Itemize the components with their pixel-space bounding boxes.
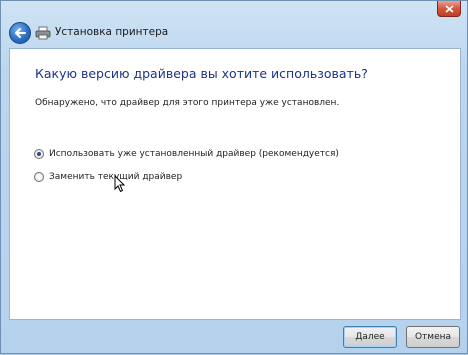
wizard-content: Какую версию драйвера вы хотите использо… bbox=[9, 48, 461, 320]
mouse-cursor-icon bbox=[114, 175, 126, 193]
option-label: Использовать уже установленный драйвер (… bbox=[49, 149, 339, 159]
wizard-header: Установка принтера bbox=[1, 19, 467, 47]
close-button[interactable] bbox=[437, 1, 461, 17]
back-button[interactable] bbox=[9, 22, 31, 44]
info-text: Обнаружено, что драйвер для этого принте… bbox=[35, 98, 340, 108]
radio-replace[interactable] bbox=[34, 172, 44, 182]
next-button[interactable]: Далее bbox=[343, 326, 397, 348]
printer-icon bbox=[35, 26, 51, 40]
option-use-existing-driver[interactable]: Использовать уже установленный драйвер (… bbox=[34, 149, 339, 159]
window-title: Установка принтера bbox=[55, 26, 169, 38]
printer-setup-window: Установка принтера Какую версию драйвера… bbox=[0, 0, 468, 354]
wizard-footer: Далее Отмена bbox=[1, 320, 467, 355]
cancel-button[interactable]: Отмена bbox=[406, 326, 460, 348]
close-icon bbox=[444, 4, 454, 13]
back-arrow-icon bbox=[15, 28, 26, 38]
radio-use-existing[interactable] bbox=[34, 149, 44, 159]
page-title: Какую версию драйвера вы хотите использо… bbox=[35, 66, 368, 81]
option-replace-driver[interactable]: Заменить текущий драйвер bbox=[34, 172, 182, 182]
